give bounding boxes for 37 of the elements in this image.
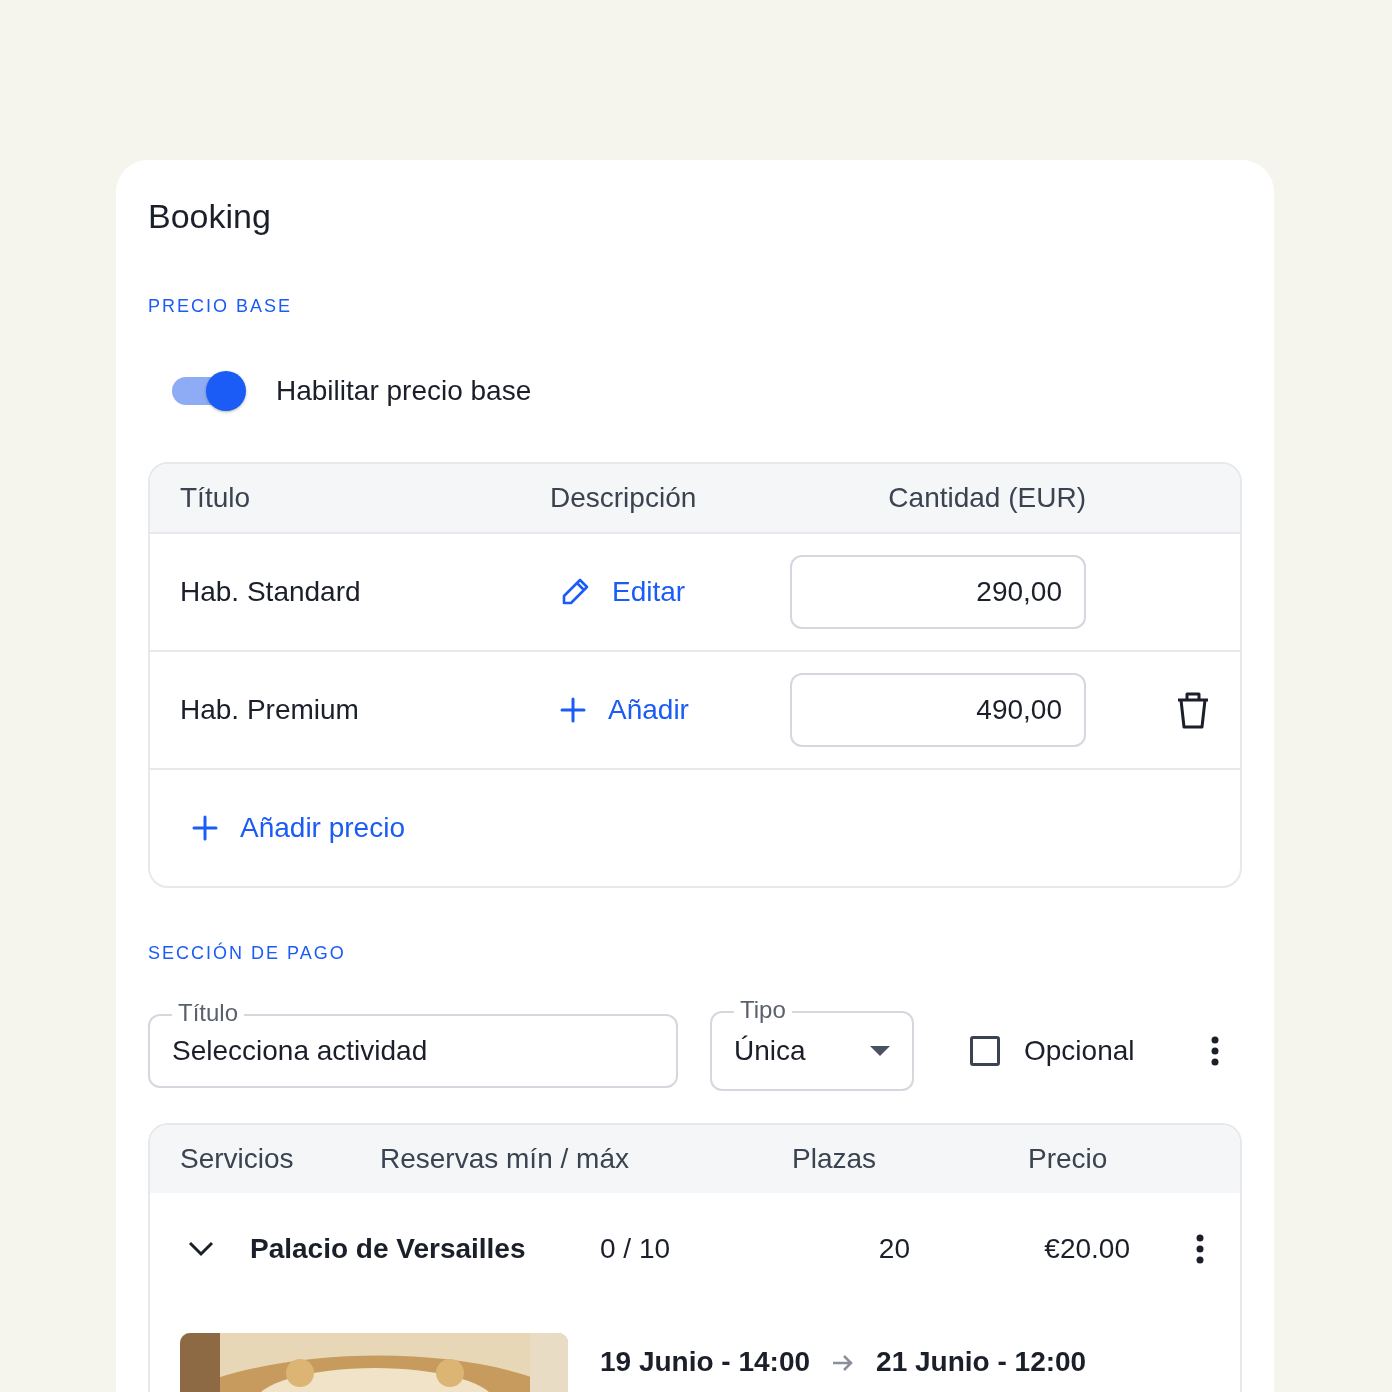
section-label: PRECIO BASE	[148, 294, 294, 318]
column-header: Cantidad (EUR)	[888, 480, 1086, 515]
column-header: Título	[180, 480, 252, 515]
kebab-icon	[1196, 1233, 1204, 1264]
checkbox[interactable]	[970, 1035, 1000, 1066]
seats-cell-text: 20	[878, 1231, 910, 1266]
column-header: Descripción	[550, 480, 698, 515]
row-title: Hab. Standard	[180, 574, 362, 609]
price-cell-text: €20.00	[1044, 1231, 1130, 1266]
service-name: Palacio de Versailles	[250, 1231, 526, 1266]
column-header: Reservas mín / máx	[380, 1141, 630, 1176]
toggle-label: Habilitar precio base	[276, 373, 532, 408]
chevron-icon	[188, 1240, 214, 1257]
amount-field[interactable]: 290,00	[790, 554, 1086, 629]
pencil-icon	[560, 576, 590, 607]
plus-icon	[560, 696, 586, 723]
column-header: Plazas	[792, 1141, 878, 1176]
checkbox-label: Opcional	[1024, 1033, 1135, 1068]
arrow-icon	[832, 1352, 855, 1373]
column-header: Servicios	[180, 1141, 295, 1176]
add-link[interactable]: Añadir	[550, 688, 790, 731]
add-price-button[interactable]: Añadir precio	[192, 806, 405, 849]
edit-link[interactable]: Editar	[550, 570, 790, 613]
field-value: Selecciona actividad	[172, 1033, 428, 1068]
row-title: Hab. Premium	[180, 692, 360, 727]
caret-icon	[870, 1045, 890, 1056]
amount-field[interactable]: 490,00	[790, 672, 1086, 747]
start-date: 19 Junio - 14:00	[600, 1344, 811, 1379]
card-title: Booking	[148, 196, 272, 237]
field-value: Única	[734, 1033, 806, 1068]
end-date: 21 Junio - 12:00	[876, 1344, 1087, 1379]
plus-icon	[192, 814, 218, 841]
bookings-cell-text: 0 / 10	[600, 1231, 672, 1266]
column-header: Precio	[1028, 1141, 1109, 1176]
kebab-icon	[1210, 1035, 1219, 1066]
section-label: SECCIÓN DE PAGO	[148, 941, 347, 965]
trash-icon	[1176, 690, 1210, 729]
